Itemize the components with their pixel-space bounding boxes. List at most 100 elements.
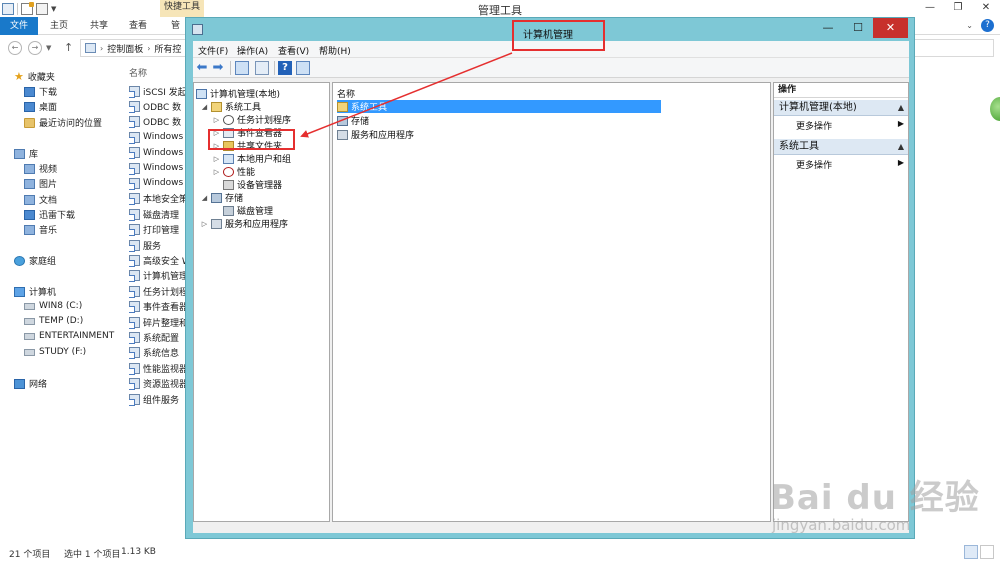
- file-list-item[interactable]: 系统配置: [129, 330, 189, 344]
- menu-file[interactable]: 文件(F): [198, 44, 228, 57]
- file-list-item[interactable]: 磁盘清理: [129, 207, 189, 221]
- file-list-item[interactable]: Windows: [129, 161, 189, 175]
- tab-share[interactable]: 共享: [90, 17, 108, 35]
- show-action-pane-icon[interactable]: [296, 61, 310, 75]
- nav-drive-f[interactable]: STUDY (F:): [24, 347, 86, 357]
- file-list-item[interactable]: ODBC 数: [129, 115, 189, 129]
- tab-home[interactable]: 主页: [50, 17, 68, 35]
- nav-pictures[interactable]: 图片: [24, 177, 57, 190]
- action-label: 更多操作: [796, 161, 833, 171]
- tree-item-performance[interactable]: ▷ 性能: [213, 165, 255, 178]
- tree-item-local-users[interactable]: ▷ 本地用户和组: [213, 152, 291, 165]
- export-list-icon[interactable]: [255, 61, 269, 75]
- tree-item-device-manager[interactable]: 设备管理器: [223, 178, 282, 191]
- column-header-name[interactable]: 名称: [337, 87, 355, 100]
- help-icon[interactable]: ?: [278, 61, 292, 75]
- file-list-item[interactable]: 打印管理: [129, 223, 189, 237]
- nav-computer[interactable]: 计算机: [14, 285, 56, 298]
- expanded-caret-icon[interactable]: ◢: [201, 103, 208, 111]
- column-header-name[interactable]: 名称: [129, 66, 147, 79]
- file-list-item[interactable]: 事件查看器: [129, 300, 189, 314]
- nav-desktop[interactable]: 桌面: [24, 100, 57, 113]
- tree-item-disk-management[interactable]: 磁盘管理: [223, 204, 273, 217]
- nav-favorites[interactable]: ★ 收藏夹: [14, 70, 55, 84]
- tab-view[interactable]: 查看: [129, 17, 147, 35]
- tree-item-task-scheduler[interactable]: ▷ 任务计划程序: [213, 113, 291, 126]
- nav-libraries[interactable]: 库: [14, 147, 38, 160]
- list-item-storage[interactable]: 存储: [337, 114, 369, 127]
- tab-manage[interactable]: 管: [171, 17, 180, 35]
- breadcrumb-all-items[interactable]: 所有控: [154, 42, 181, 55]
- breadcrumb-control-panel[interactable]: 控制面板: [107, 42, 143, 55]
- collapsed-caret-icon[interactable]: ▷: [213, 155, 220, 163]
- file-list-item[interactable]: iSCSI 发起: [129, 84, 189, 98]
- file-list-item[interactable]: Windows: [129, 146, 189, 160]
- close-icon[interactable]: ✕: [873, 18, 908, 38]
- collapse-up-icon[interactable]: ▲: [898, 139, 904, 155]
- file-list-item[interactable]: 计算机管理: [129, 269, 189, 283]
- collapsed-caret-icon[interactable]: ▷: [201, 220, 208, 228]
- file-list-item[interactable]: 服务: [129, 238, 189, 252]
- nav-recent-places[interactable]: 最近访问的位置: [24, 116, 102, 129]
- more-actions-link[interactable]: 更多操作 ▶: [796, 119, 908, 132]
- nav-xunlei-downloads[interactable]: 迅雷下载: [24, 208, 75, 221]
- file-list-item[interactable]: 系统信息: [129, 346, 189, 360]
- address-bar[interactable]: › 控制面板 › 所有控: [80, 39, 190, 57]
- actions-group-computer-management[interactable]: 计算机管理(本地) ▲: [774, 100, 908, 116]
- minimize-icon[interactable]: —: [916, 0, 944, 16]
- nav-drive-entertainment[interactable]: ENTERTAINMENT: [24, 331, 114, 341]
- collapse-up-icon[interactable]: ▲: [898, 100, 904, 116]
- maximize-icon[interactable]: ☐: [843, 18, 873, 38]
- tab-file[interactable]: 文件: [0, 17, 38, 35]
- collapsed-caret-icon[interactable]: ▷: [213, 168, 220, 176]
- back-arrow-icon[interactable]: ⬅: [195, 61, 209, 75]
- close-icon[interactable]: ✕: [972, 0, 1000, 16]
- menu-view[interactable]: 查看(V): [278, 44, 309, 57]
- file-list-item[interactable]: 任务计划程: [129, 284, 189, 298]
- forward-arrow-icon[interactable]: ➡: [211, 61, 225, 75]
- nav-videos[interactable]: 视频: [24, 162, 57, 175]
- tree-item-services-apps[interactable]: ▷ 服务和应用程序: [201, 217, 288, 230]
- tree-item-storage[interactable]: ◢ 存储: [201, 191, 243, 204]
- file-list-item[interactable]: 组件服务: [129, 392, 189, 406]
- actions-group-system-tools[interactable]: 系统工具 ▲: [774, 139, 908, 155]
- nav-drive-d[interactable]: TEMP (D:): [24, 316, 83, 326]
- large-icons-view-icon[interactable]: [980, 545, 994, 559]
- up-arrow-icon[interactable]: ↑: [64, 41, 73, 54]
- show-hide-console-tree-icon[interactable]: [235, 61, 249, 75]
- more-actions-link[interactable]: 更多操作 ▶: [796, 158, 908, 171]
- tree-item-computer-management[interactable]: 计算机管理(本地): [196, 87, 280, 100]
- collapsed-caret-icon[interactable]: ▷: [213, 116, 220, 124]
- file-list-item[interactable]: 高级安全 W: [129, 253, 189, 267]
- details-view-icon[interactable]: [964, 545, 978, 559]
- file-list-item[interactable]: 本地安全策: [129, 192, 189, 206]
- nav-network[interactable]: 网络: [14, 377, 47, 390]
- help-icon[interactable]: ?: [981, 19, 994, 32]
- menu-help[interactable]: 帮助(H): [319, 44, 351, 57]
- nav-homegroup[interactable]: 家庭组: [14, 254, 56, 267]
- file-list-item[interactable]: Windows: [129, 176, 189, 190]
- nav-documents[interactable]: 文档: [24, 193, 57, 206]
- restore-icon[interactable]: ❐: [944, 0, 972, 16]
- file-list-item[interactable]: 资源监视器: [129, 377, 189, 391]
- expanded-caret-icon[interactable]: ◢: [201, 194, 208, 202]
- tree-item-system-tools[interactable]: ◢ 系统工具: [201, 100, 261, 113]
- recent-locations-icon[interactable]: ▼: [46, 44, 51, 52]
- nav-downloads[interactable]: 下载: [24, 85, 57, 98]
- list-item-system-tools[interactable]: 系统工具: [337, 100, 661, 113]
- file-list-item[interactable]: ODBC 数: [129, 99, 189, 113]
- nav-drive-c[interactable]: WIN8 (C:): [24, 301, 82, 311]
- shared-folders-callout: [208, 129, 295, 150]
- forward-arrow-icon[interactable]: →: [28, 41, 42, 55]
- minimize-icon[interactable]: —: [813, 18, 843, 38]
- list-item-services-apps[interactable]: 服务和应用程序: [337, 128, 414, 141]
- search-box[interactable]: [914, 39, 994, 57]
- file-list-item[interactable]: 性能监视器: [129, 361, 189, 375]
- ribbon-expand-icon[interactable]: ⌄: [966, 21, 973, 30]
- menu-action[interactable]: 操作(A): [237, 44, 268, 57]
- file-list-item[interactable]: 碎片整理和: [129, 315, 189, 329]
- file-list-item[interactable]: Windows: [129, 130, 189, 144]
- computer-management-icon: [192, 24, 203, 35]
- nav-music[interactable]: 音乐: [24, 223, 57, 236]
- back-arrow-icon[interactable]: ←: [8, 41, 22, 55]
